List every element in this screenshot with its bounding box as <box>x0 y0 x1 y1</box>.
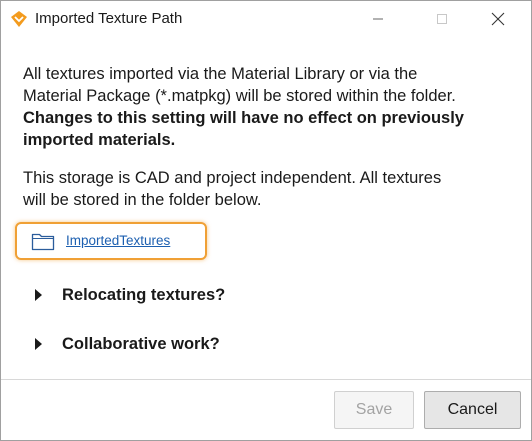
maximize-button[interactable] <box>419 1 465 37</box>
close-icon <box>491 12 505 26</box>
maximize-icon <box>437 14 447 24</box>
collaborative-work-expander[interactable]: Collaborative work? <box>29 331 220 357</box>
title-bar[interactable]: Imported Texture Path <box>1 1 531 37</box>
window-title: Imported Texture Path <box>35 10 183 27</box>
description-line: All textures imported via the Material L… <box>23 65 418 83</box>
storage-info-line: This storage is CAD and project independ… <box>23 169 442 187</box>
minimize-button[interactable] <box>355 1 401 37</box>
warning-line: Changes to this setting will have no eff… <box>23 109 464 127</box>
imported-textures-folder-link[interactable]: ImportedTextures <box>15 222 207 260</box>
expander-label: Collaborative work? <box>62 334 220 353</box>
description-paragraph: All textures imported via the Material L… <box>23 63 519 151</box>
folder-link-label[interactable]: ImportedTextures <box>66 233 170 248</box>
storage-info-line: will be stored in the folder below. <box>23 191 262 209</box>
footer-divider <box>1 379 531 380</box>
warning-line: imported materials. <box>23 131 176 149</box>
minimize-icon <box>373 18 383 20</box>
expander-label: Relocating textures? <box>62 285 226 304</box>
folder-icon <box>31 233 55 251</box>
storage-info-paragraph: This storage is CAD and project independ… <box>23 167 519 211</box>
expand-arrow-icon <box>35 289 42 301</box>
close-button[interactable] <box>475 1 521 37</box>
dialog-window: Imported Texture Path All textures impor… <box>0 0 532 441</box>
app-logo-icon <box>11 11 27 27</box>
save-button[interactable]: Save <box>334 391 414 429</box>
description-line: Material Package (*.matpkg) will be stor… <box>23 87 456 105</box>
cancel-button[interactable]: Cancel <box>424 391 521 429</box>
expand-arrow-icon <box>35 338 42 350</box>
relocating-textures-expander[interactable]: Relocating textures? <box>29 282 225 308</box>
